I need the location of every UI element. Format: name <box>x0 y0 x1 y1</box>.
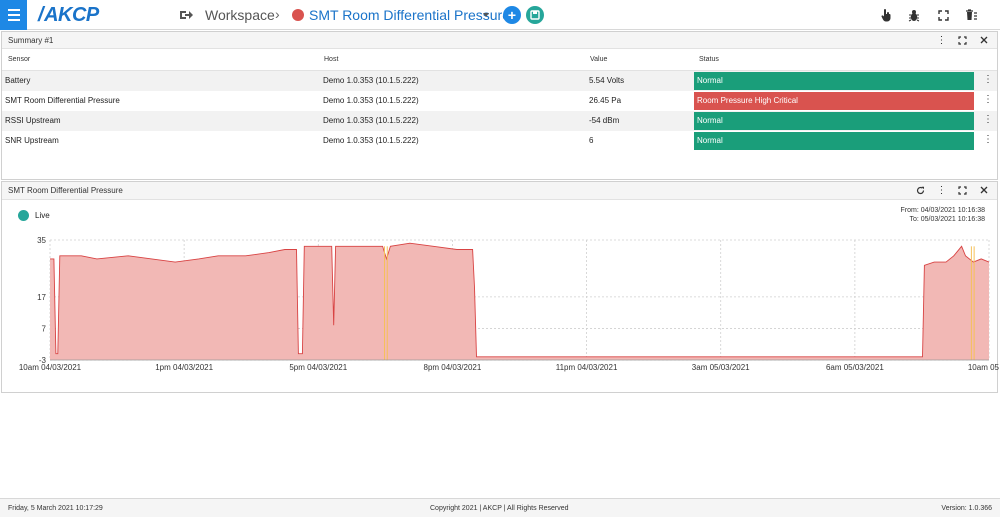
x-tick-label: 3am 05/03/2021 <box>692 363 750 372</box>
x-tick-label: 6am 05/03/2021 <box>826 363 884 372</box>
row-menu-icon[interactable]: ⋮ <box>983 115 993 125</box>
row-menu-icon[interactable]: ⋮ <box>983 135 993 145</box>
x-tick-label: 5pm 04/03/2021 <box>289 363 347 372</box>
row-menu-icon[interactable]: ⋮ <box>983 95 993 105</box>
x-tick-label: 8pm 04/03/2021 <box>424 363 482 372</box>
sensor-name[interactable]: SNR Upstream <box>5 136 59 145</box>
fullscreen-icon[interactable] <box>935 7 951 23</box>
close-icon[interactable] <box>978 34 989 46</box>
column-header-status[interactable]: Status <box>699 56 719 63</box>
x-tick-label: 11pm 04/03/2021 <box>556 363 618 372</box>
status-badge[interactable]: Normal <box>694 132 974 150</box>
login-icon[interactable] <box>179 8 193 22</box>
column-header-host[interactable]: Host <box>324 56 338 63</box>
page-title[interactable]: SMT Room Differential Pressure <box>309 7 510 23</box>
table-row[interactable]: SMT Room Differential Pressure Demo 1.0.… <box>2 91 997 111</box>
y-tick-label: 35 <box>37 236 46 245</box>
graph-panel: SMT Room Differential Pressure ⋮ Live Fr… <box>1 181 999 393</box>
table-header: Sensor Host Value Status <box>2 49 997 71</box>
breadcrumb-chevron-icon: › <box>275 6 280 22</box>
pressure-chart[interactable]: 35177-310am 04/03/2021 1pm 04/03/2021 5pm … <box>2 200 999 393</box>
top-bar: /AKCP Workspace › SMT Room Differential … <box>0 0 1000 30</box>
breadcrumb-workspace[interactable]: Workspace <box>205 7 275 23</box>
y-tick-label: 7 <box>42 324 47 333</box>
status-badge[interactable]: Room Pressure High Critical <box>694 92 974 110</box>
value-cell: 26.45 Pa <box>589 96 622 105</box>
summary-panel: Summary #1 ⋮ Sensor Host Value Status Ba… <box>1 31 998 180</box>
host-cell: Demo 1.0.353 (10.1.5.222) <box>323 76 419 85</box>
row-menu-icon[interactable]: ⋮ <box>983 75 993 85</box>
sensor-name[interactable]: RSSI Upstream <box>5 116 61 125</box>
bug-icon[interactable] <box>906 7 922 23</box>
akcp-logo: /AKCP <box>38 4 99 26</box>
fullscreen-icon[interactable] <box>957 184 968 196</box>
plus-icon: + <box>507 7 517 23</box>
summary-title: Summary #1 <box>8 36 54 45</box>
x-tick-label: 1pm 04/03/2021 <box>155 363 213 372</box>
table-row[interactable]: RSSI Upstream Demo 1.0.353 (10.1.5.222) … <box>2 111 997 131</box>
footer-copyright: Copyright 2021 | AKCP | All Rights Reser… <box>430 505 569 512</box>
status-badge[interactable]: Normal <box>694 72 974 90</box>
footer-version: Version: 1.0.366 <box>941 505 992 512</box>
value-cell: 5.54 Volts <box>589 76 625 85</box>
x-tick-label: 10am 05/03 <box>968 363 999 372</box>
summary-rows: Battery Demo 1.0.353 (10.1.5.222) 5.54 V… <box>2 71 997 151</box>
fullscreen-icon[interactable] <box>957 34 968 46</box>
close-icon[interactable] <box>978 184 989 196</box>
footer: Friday, 5 March 2021 10:17:29 Copyright … <box>0 498 1000 517</box>
host-cell: Demo 1.0.353 (10.1.5.222) <box>323 136 419 145</box>
column-header-sensor[interactable]: Sensor <box>8 56 30 63</box>
sensor-name[interactable]: Battery <box>5 76 30 85</box>
save-button[interactable] <box>526 6 544 24</box>
column-header-value[interactable]: Value <box>590 56 607 63</box>
host-cell: Demo 1.0.353 (10.1.5.222) <box>323 116 419 125</box>
touch-icon[interactable] <box>878 7 894 23</box>
menu-icon[interactable] <box>0 0 27 30</box>
status-badge[interactable]: Normal <box>694 112 974 130</box>
value-cell: 6 <box>589 136 594 145</box>
delete-icon[interactable] <box>963 7 979 23</box>
more-vert-icon[interactable]: ⋮ <box>936 34 947 46</box>
status-dot-icon <box>292 9 304 21</box>
summary-panel-header: Summary #1 ⋮ <box>2 32 997 49</box>
value-cell: -54 dBm <box>589 116 620 125</box>
sensor-name[interactable]: SMT Room Differential Pressure <box>5 96 120 105</box>
more-vert-icon[interactable]: ⋮ <box>936 184 947 196</box>
table-row[interactable]: SNR Upstream Demo 1.0.353 (10.1.5.222) 6… <box>2 131 997 151</box>
x-tick-label: 10am 04/03/2021 <box>19 363 82 372</box>
footer-datetime: Friday, 5 March 2021 10:17:29 <box>8 505 103 512</box>
graph-panel-header: SMT Room Differential Pressure ⋮ <box>2 182 997 200</box>
graph-title: SMT Room Differential Pressure <box>8 186 123 195</box>
save-icon <box>530 10 540 20</box>
chevron-down-icon[interactable] <box>483 13 489 17</box>
series-area <box>50 243 989 360</box>
table-row[interactable]: Battery Demo 1.0.353 (10.1.5.222) 5.54 V… <box>2 71 997 91</box>
add-button[interactable]: + <box>503 6 521 24</box>
host-cell: Demo 1.0.353 (10.1.5.222) <box>323 96 419 105</box>
refresh-icon[interactable] <box>915 184 926 196</box>
y-tick-label: 17 <box>37 293 46 302</box>
